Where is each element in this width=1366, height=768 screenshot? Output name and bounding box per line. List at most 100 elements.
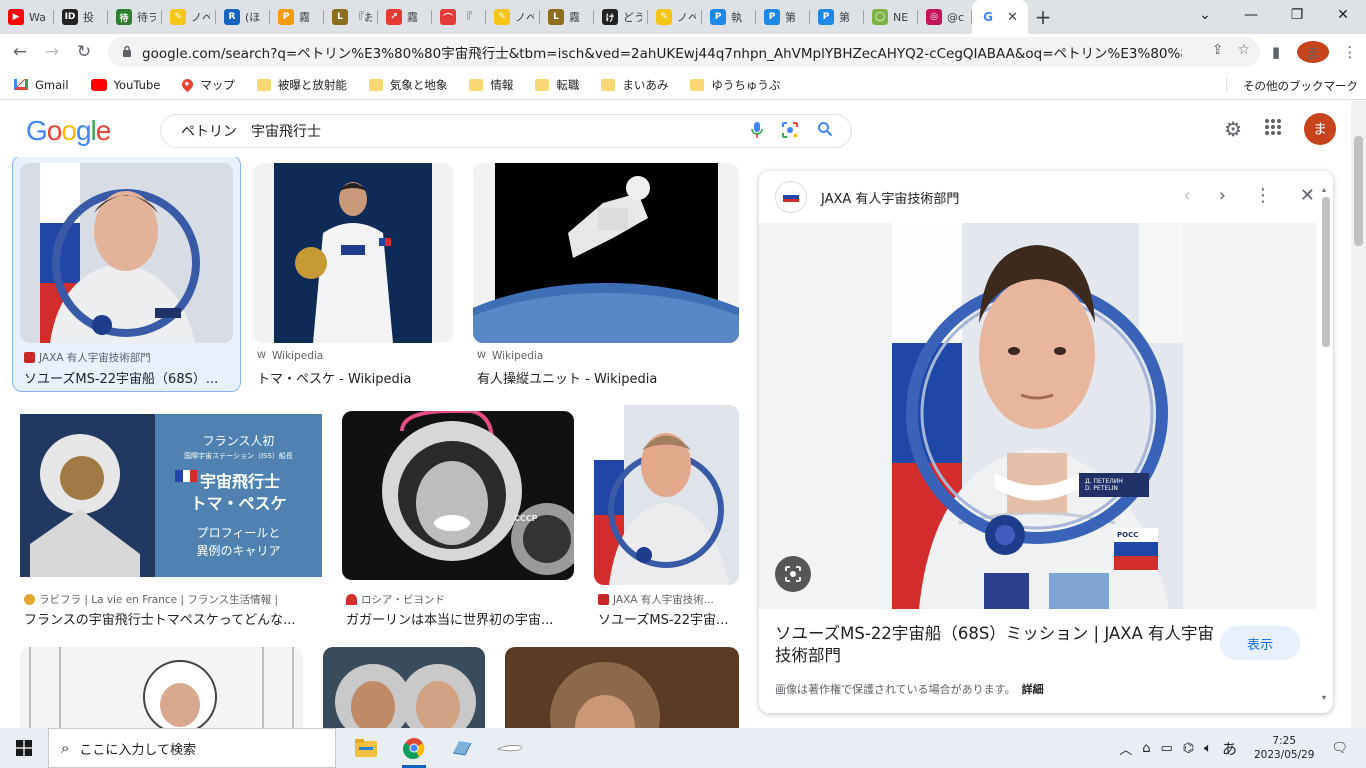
voice-search-icon[interactable] [751,121,763,143]
panel-source-name[interactable]: JAXA 有人宇宙技術部門 [821,188,959,207]
bookmark-folder[interactable]: まいあみ [601,77,668,93]
lens-button[interactable] [775,556,811,592]
share-icon[interactable]: ⇪ [1212,42,1224,58]
minimize-button[interactable]: — [1228,0,1274,30]
forward-icon[interactable]: → [36,36,68,68]
lens-search-icon[interactable] [781,121,799,143]
tab-favicon-icon: P [764,9,780,25]
browser-tab[interactable]: R (ほ [216,0,270,34]
close-panel-icon[interactable]: ✕ [1300,185,1315,206]
clock[interactable]: 7:25 2023/05/29 [1254,734,1315,762]
file-explorer-icon[interactable] [342,728,390,768]
panel-title[interactable]: ソユーズMS-22宇宙船（68S）ミッション | JAXA 有人宇宙技術部門 [775,623,1215,667]
browser-tab[interactable]: L霧 [540,0,594,34]
meet-now-icon[interactable]: ⌂ [1142,741,1150,756]
result-title[interactable]: ソユーズMS-22宇宙船（68S）... [24,368,234,387]
menu-kebab-icon[interactable]: ⋮ [1334,43,1366,61]
panel-scrollbar[interactable]: ▴ ▾ [1319,185,1333,705]
side-panel-icon[interactable]: ▮ [1260,43,1292,61]
bookmark-gmail[interactable]: Gmail [14,78,69,92]
browser-tab[interactable]: ◯ NE [864,0,918,34]
other-bookmarks[interactable]: その他のブックマーク [1236,78,1358,94]
account-avatar[interactable]: ま [1304,113,1336,145]
browser-tab[interactable]: けどう [594,0,648,34]
bookmark-youtube[interactable]: YouTube [90,78,160,92]
learn-more-link[interactable]: 詳細 [1022,683,1044,696]
search-input[interactable] [181,123,701,139]
result-title[interactable]: トマ・ペスケ - Wikipedia [257,368,447,387]
folder-icon [601,78,616,91]
more-options-icon[interactable]: ⋮ [1254,185,1272,206]
ime-indicator[interactable]: あ [1222,738,1237,759]
result-thumb-row3-2[interactable] [323,647,485,728]
result-thumb-mmu[interactable] [473,163,739,343]
browser-tab[interactable]: P霧 [270,0,324,34]
result-thumb-row3-3[interactable] [505,647,739,728]
result-thumb-promo[interactable]: フランス人初 国際宇宙ステーション（ISS）船長 宇宙飛行士 トマ・ペスケ プロ… [20,414,322,577]
bookmark-label: 気象と地象 [389,77,448,92]
reload-icon[interactable]: ↻ [68,36,100,68]
browser-tab[interactable]: ▶ Wa [0,0,54,34]
volume-icon[interactable]: 🔈︎ [1204,741,1212,756]
result-thumb-prokopyev[interactable] [594,405,739,585]
notification-icon[interactable]: 🗨︎ [1331,741,1348,756]
profile-avatar-small[interactable]: ま [1297,41,1329,63]
back-icon[interactable]: ← [4,36,36,68]
apps-grid-icon[interactable] [1264,117,1282,141]
next-arrow-icon[interactable]: › [1219,185,1226,206]
search-box[interactable] [160,114,852,148]
browser-tab[interactable]: P第 [810,0,864,34]
tab-title: 霧 [299,11,310,24]
browser-tab[interactable]: ✎ ノベ [486,0,540,34]
bookmark-folder[interactable]: 転職 [535,77,579,93]
airplane-app-icon[interactable] [486,728,534,768]
result-title[interactable]: フランスの宇宙飛行士トマペスケってどんな... [24,609,322,628]
result-title[interactable]: ソユーズMS-22宇宙... [598,609,738,628]
tab-search-icon[interactable]: ⌄ [1182,0,1228,30]
browser-tab[interactable]: P第 [756,0,810,34]
battery-icon[interactable]: ▭ [1160,741,1172,756]
browser-tab[interactable]: 待待ヲ [108,0,162,34]
close-tab-icon[interactable]: ✕ [1007,10,1018,25]
browser-tab[interactable]: ↗ 霧 [378,0,432,34]
lock-icon[interactable] [122,45,132,60]
panel-main-image[interactable] [759,223,1317,609]
previous-arrow-icon[interactable]: ‹ [1184,185,1191,206]
new-tab-button[interactable]: + [1028,0,1058,34]
wikipedia-favicon-icon: W [257,350,268,362]
active-tab[interactable]: G ✕ [972,0,1028,34]
bookmark-star-icon[interactable]: ☆ [1237,42,1250,58]
close-window-button[interactable]: ✕ [1320,0,1366,30]
browser-tab[interactable]: P執 [702,0,756,34]
bookmark-folder[interactable]: 被曝と放射能 [256,77,347,93]
browser-tab[interactable]: L 『お [324,0,378,34]
bookmark-folder[interactable]: ゆうちゅうぶ [690,77,780,93]
browser-tab[interactable]: ✎ ノベ [648,0,702,34]
chrome-taskbar-icon[interactable] [390,728,438,768]
taskbar-search[interactable]: ⌕ ここに入力して検索 [48,728,336,768]
google-logo[interactable]: Google [26,115,111,147]
browser-tab[interactable]: ID 投 [54,0,108,34]
result-title[interactable]: 有人操縦ユニット - Wikipedia [477,368,727,387]
result-title[interactable]: ガガーリンは本当に世界初の宇宙... [346,609,574,628]
result-thumb-row3-1[interactable] [20,647,303,728]
browser-tab[interactable]: ◎ @c [918,0,972,34]
address-bar[interactable]: google.com/search?q=ペトリン%E3%80%80宇宙飛行士&t… [108,37,1260,67]
windows-start-icon[interactable] [0,728,48,768]
page-scrollbar[interactable] [1351,101,1366,728]
visit-button[interactable]: 表示 [1220,626,1300,660]
app-taskbar-icon[interactable] [438,728,486,768]
network-icon[interactable]: ⌬ [1183,741,1194,756]
restore-button[interactable]: ❐ [1274,0,1320,30]
browser-tab[interactable]: ✎ ノベ [162,0,216,34]
bookmark-folder[interactable]: 気象と地象 [368,77,448,93]
settings-gear-icon[interactable]: ⚙ [1224,117,1242,141]
search-icon[interactable] [817,121,833,143]
show-hidden-icons[interactable]: ︿ [1119,739,1132,758]
result-thumb-petelin[interactable] [20,163,233,343]
bookmark-folder[interactable]: 情報 [469,77,513,93]
result-thumb-pesquet[interactable] [253,163,453,343]
bookmark-maps[interactable]: マップ [180,76,235,93]
browser-tab[interactable]: ⌒ 『 [432,0,486,34]
result-thumb-gagarin[interactable]: СССР [342,411,574,580]
